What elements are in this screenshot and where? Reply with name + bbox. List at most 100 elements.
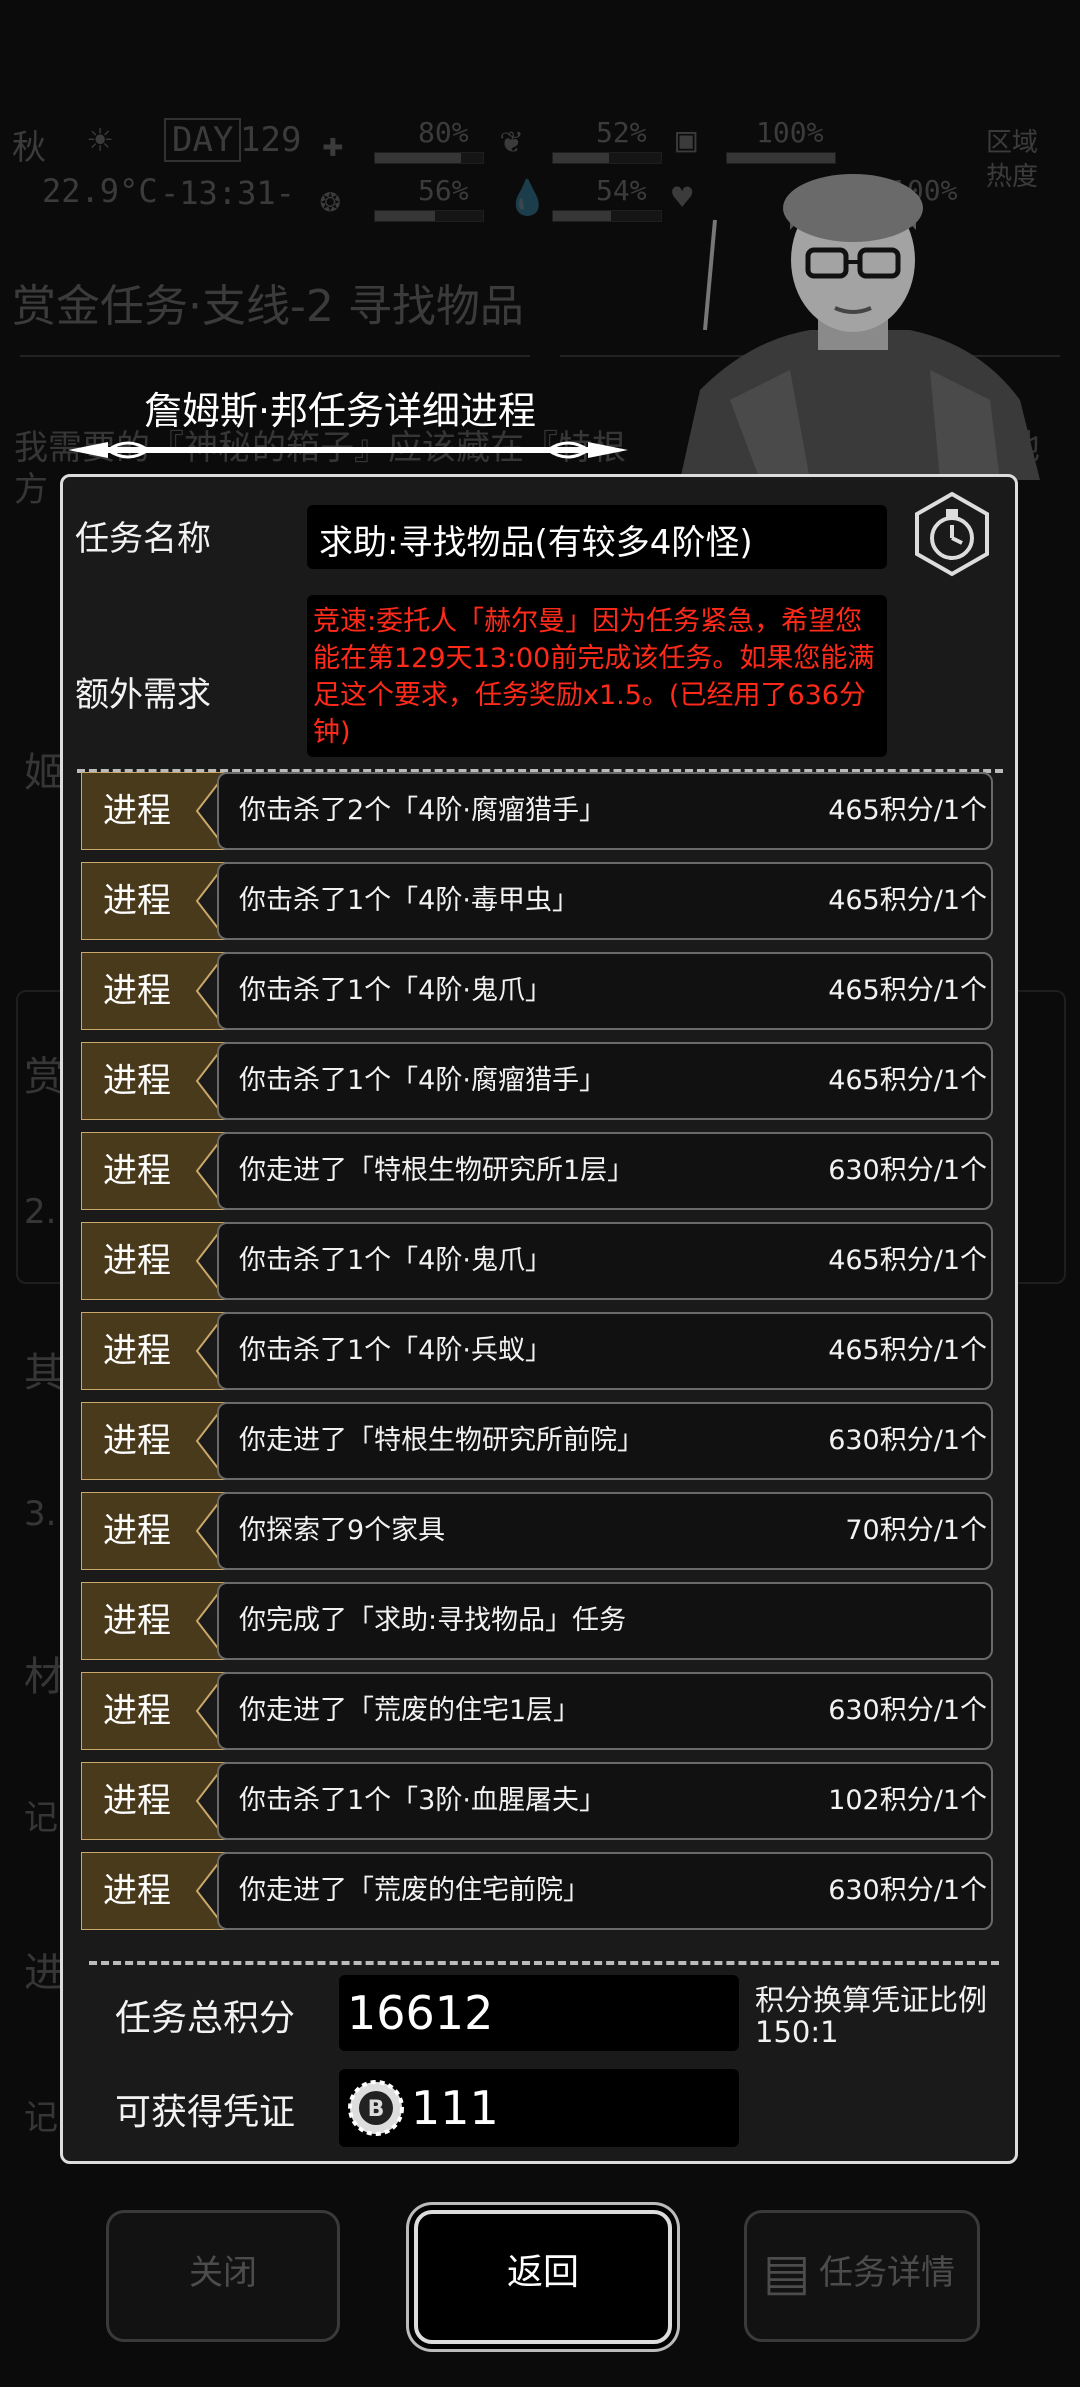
background-side-char: 记 bbox=[24, 2098, 58, 2138]
temperature-readout: 22.9°C bbox=[42, 172, 158, 210]
day-label: DAY bbox=[164, 118, 242, 162]
background-side-char: 其 bbox=[24, 1350, 64, 1396]
progress-points: 630积分/1个 bbox=[828, 1875, 987, 1906]
progress-tag-label: 进程 bbox=[103, 1691, 171, 1731]
progress-tag: 进程 bbox=[81, 1762, 227, 1840]
progress-row-body: 你走进了「特根生物研究所1层」 630积分/1个 bbox=[217, 1132, 993, 1210]
stat1-value: 80% bbox=[418, 116, 469, 149]
progress-description: 你走进了「荒废的住宅1层」 bbox=[239, 1695, 581, 1726]
background-side-char: 3. bbox=[24, 1494, 57, 1534]
progress-tag-label: 进程 bbox=[103, 1781, 171, 1821]
task-details-button[interactable]: ▤ 任务详情 bbox=[744, 2210, 980, 2342]
progress-tag: 进程 bbox=[81, 1852, 227, 1930]
stat1-bar bbox=[374, 152, 484, 164]
divider bbox=[20, 355, 530, 357]
background-side-char: 材 bbox=[24, 1654, 64, 1700]
medkit-icon: ✚ bbox=[322, 124, 344, 165]
background-side-char: 记 bbox=[24, 1798, 58, 1838]
progress-tag-label: 进程 bbox=[103, 1061, 171, 1101]
progress-tag: 进程 bbox=[81, 1402, 227, 1480]
progress-tag: 进程 bbox=[81, 1222, 227, 1300]
progress-points: 70积分/1个 bbox=[845, 1515, 987, 1546]
divider bbox=[89, 1961, 999, 1965]
progress-tag: 进程 bbox=[81, 1492, 227, 1570]
progress-tag: 进程 bbox=[81, 772, 227, 850]
progress-row: 进程 你击杀了1个「4阶·鬼爪」 465积分/1个 bbox=[81, 1222, 993, 1300]
progress-tag-label: 进程 bbox=[103, 1151, 171, 1191]
progress-row-body: 你击杀了1个「3阶·血腥屠夫」 102积分/1个 bbox=[217, 1762, 993, 1840]
progress-row: 进程 你击杀了1个「4阶·毒甲虫」 465积分/1个 bbox=[81, 862, 993, 940]
progress-description: 你走进了「特根生物研究所1层」 bbox=[239, 1155, 635, 1186]
background-text-line: 方 bbox=[14, 470, 48, 510]
brain-icon: ❂ bbox=[320, 180, 341, 220]
dialog-heading-text: 詹姆斯·邦任务详细进程 bbox=[143, 389, 537, 433]
progress-row: 进程 你走进了「荒废的住宅1层」 630积分/1个 bbox=[81, 1672, 993, 1750]
season-label: 秋 bbox=[12, 128, 46, 168]
progress-description: 你完成了「求助:寻找物品」任务 bbox=[239, 1605, 627, 1636]
progress-description: 你探索了9个家具 bbox=[239, 1515, 446, 1546]
dialog-heading: 詹姆斯·邦任务详细进程 bbox=[60, 380, 628, 459]
stat5-value: 100% bbox=[756, 116, 824, 149]
progress-row-body: 你走进了「特根生物研究所前院」 630积分/1个 bbox=[217, 1402, 993, 1480]
progress-tag-label: 进程 bbox=[103, 1421, 171, 1461]
progress-row: 进程 你走进了「特根生物研究所前院」 630积分/1个 bbox=[81, 1402, 993, 1480]
progress-row-body: 你探索了9个家具 70积分/1个 bbox=[217, 1492, 993, 1570]
progress-row-body: 你完成了「求助:寻找物品」任务 bbox=[217, 1582, 993, 1660]
progress-description: 你击杀了1个「4阶·兵蚁」 bbox=[239, 1335, 552, 1366]
progress-points: 465积分/1个 bbox=[828, 975, 987, 1006]
voucher-value: 111 bbox=[411, 2081, 499, 2135]
progress-description: 你走进了「特根生物研究所前院」 bbox=[239, 1425, 644, 1456]
progress-row-body: 你击杀了1个「4阶·毒甲虫」 465积分/1个 bbox=[217, 862, 993, 940]
background-side-char: 进 bbox=[24, 1950, 64, 1996]
progress-tag-label: 进程 bbox=[103, 1331, 171, 1371]
task-details-icon: ▤ bbox=[763, 2243, 811, 2301]
ratio-label: 积分换算凭证比例 bbox=[755, 1983, 988, 2017]
extra-requirement-text: 竞速:委托人「赫尔曼」因为任务紧急，希望您能在第129天13:00前完成该任务。… bbox=[307, 595, 887, 757]
back-button-label: 返回 bbox=[506, 2252, 579, 2293]
progress-points: 465积分/1个 bbox=[828, 885, 987, 916]
progress-points: 630积分/1个 bbox=[828, 1695, 987, 1726]
background-side-char: 2. bbox=[24, 1192, 57, 1232]
total-points-label: 任务总积分 bbox=[115, 1998, 296, 2039]
water-drop-icon: 💧 bbox=[506, 178, 549, 218]
progress-tag-label: 进程 bbox=[103, 1871, 171, 1911]
region-label: 区域 bbox=[986, 128, 1039, 158]
progress-points: 630积分/1个 bbox=[828, 1155, 987, 1186]
progress-description: 你击杀了1个「4阶·腐瘤猎手」 bbox=[239, 1065, 606, 1096]
day-counter: 129 bbox=[240, 120, 302, 160]
stat3-value: 52% bbox=[596, 116, 647, 149]
progress-tag: 进程 bbox=[81, 952, 227, 1030]
progress-row: 进程 你完成了「求助:寻找物品」任务 bbox=[81, 1582, 993, 1660]
progress-points: 465积分/1个 bbox=[828, 1335, 987, 1366]
stopwatch-icon bbox=[915, 491, 989, 577]
task-name-value: 求助:寻找物品(有较多4阶怪) bbox=[307, 505, 887, 569]
progress-tag: 进程 bbox=[81, 1582, 227, 1660]
task-progress-dialog: 任务名称 求助:寻找物品(有较多4阶怪) 额外需求 竞速:委托人「赫尔曼」因为任… bbox=[60, 474, 1018, 2164]
progress-row: 进程 你探索了9个家具 70积分/1个 bbox=[81, 1492, 993, 1570]
progress-row-body: 你击杀了1个「4阶·鬼爪」 465积分/1个 bbox=[217, 1222, 993, 1300]
stat5-bar bbox=[726, 152, 836, 164]
close-button[interactable]: 关闭 bbox=[106, 2210, 340, 2342]
stat2-value: 56% bbox=[418, 174, 469, 207]
progress-points: 465积分/1个 bbox=[828, 1245, 987, 1276]
background-side-char: 赏 bbox=[24, 1054, 64, 1100]
progress-tag-label: 进程 bbox=[103, 971, 171, 1011]
svg-text:B: B bbox=[368, 2097, 385, 2122]
npc-portrait bbox=[680, 174, 1040, 480]
progress-description: 你击杀了1个「4阶·鬼爪」 bbox=[239, 975, 552, 1006]
voucher-box: B 111 bbox=[339, 2069, 739, 2147]
progress-description: 你击杀了2个「4阶·腐瘤猎手」 bbox=[239, 795, 606, 826]
progress-row-body: 你走进了「荒废的住宅前院」 630积分/1个 bbox=[217, 1852, 993, 1930]
progress-tag-label: 进程 bbox=[103, 1241, 171, 1281]
progress-row-body: 你击杀了1个「4阶·腐瘤猎手」 465积分/1个 bbox=[217, 1042, 993, 1120]
progress-description: 你击杀了1个「3阶·血腥屠夫」 bbox=[239, 1785, 606, 1816]
progress-tag: 进程 bbox=[81, 862, 227, 940]
back-button[interactable]: 返回 bbox=[414, 2210, 672, 2344]
stat3-bar bbox=[552, 152, 662, 164]
voucher-label: 可获得凭证 bbox=[115, 2092, 296, 2133]
progress-description: 你走进了「荒废的住宅前院」 bbox=[239, 1875, 590, 1906]
heading-ornament-icon bbox=[68, 441, 628, 459]
progress-tag-label: 进程 bbox=[103, 791, 171, 831]
progress-row: 进程 你击杀了2个「4阶·腐瘤猎手」 465积分/1个 bbox=[81, 772, 993, 850]
extra-requirement-label: 额外需求 bbox=[75, 675, 211, 715]
